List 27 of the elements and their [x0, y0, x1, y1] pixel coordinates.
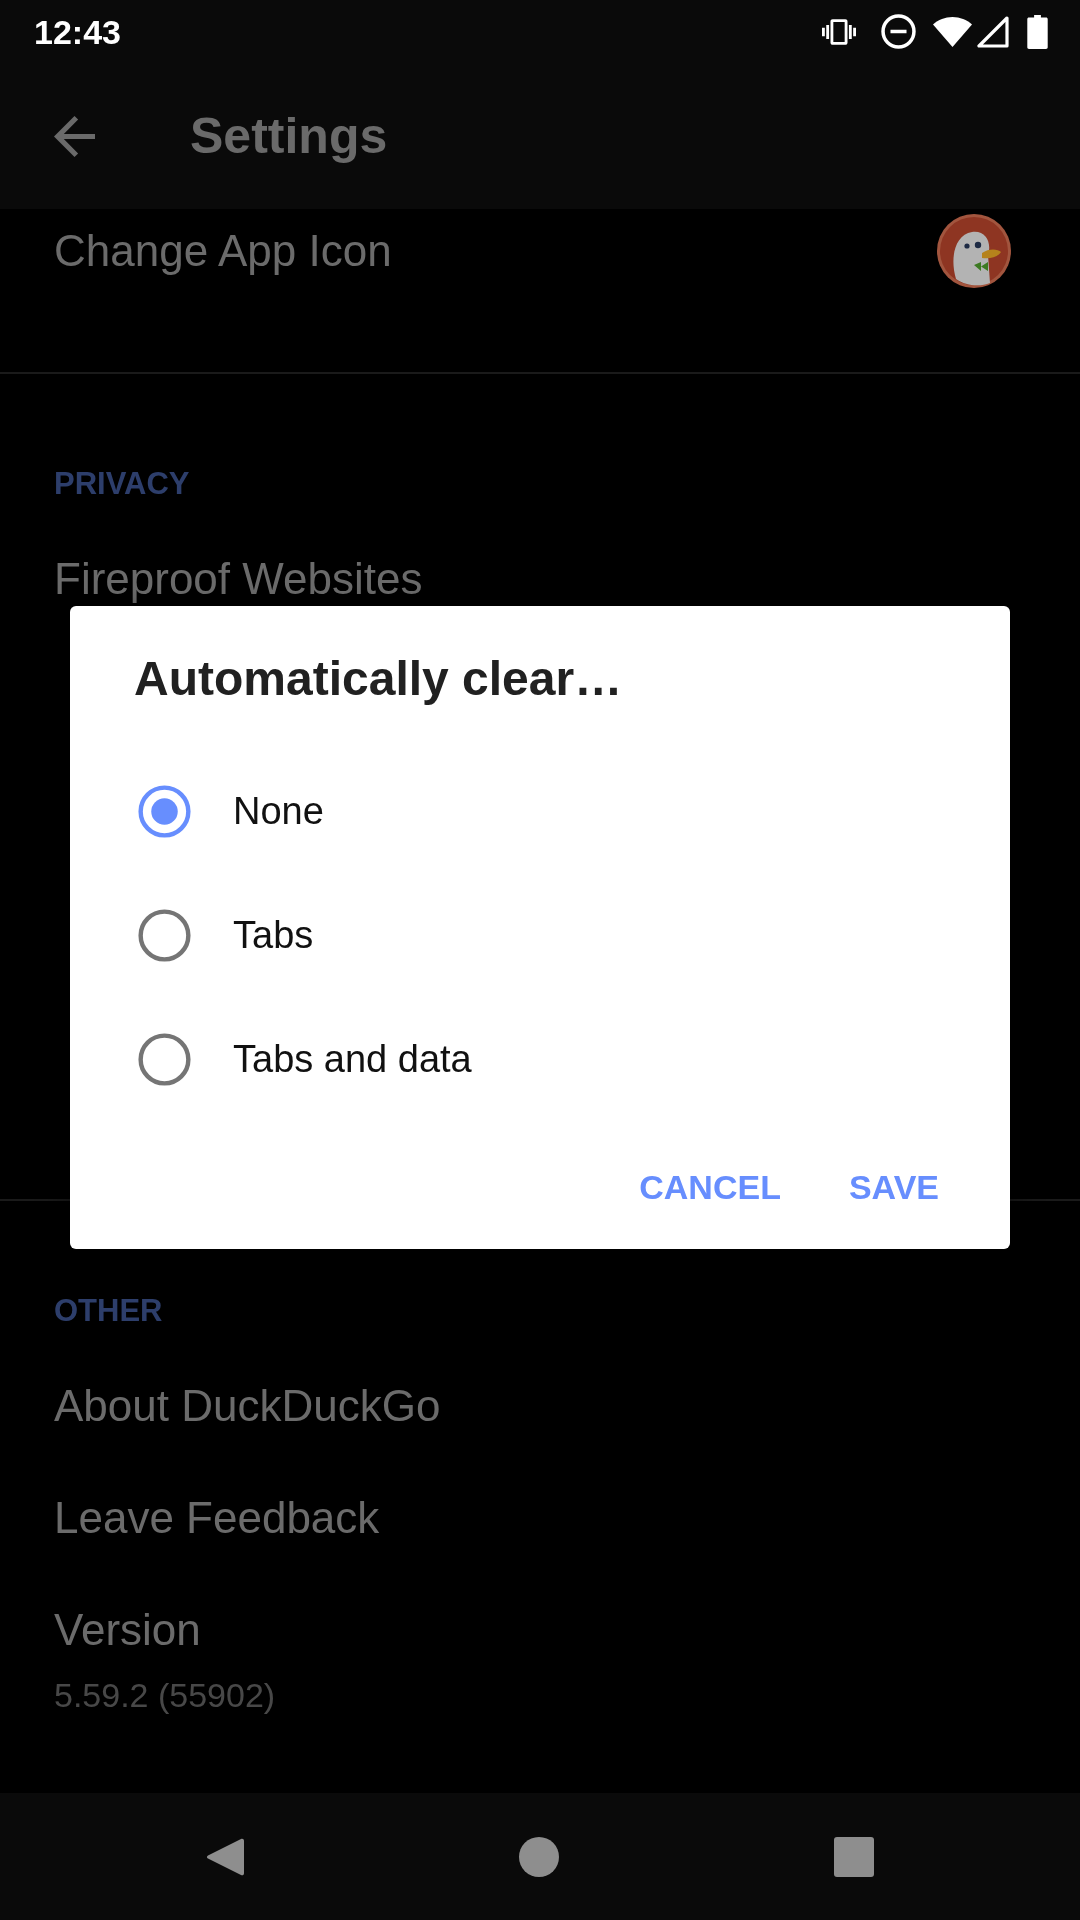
dialog-button[interactable]: CANCEL [623, 1143, 797, 1231]
dialog-title: Automatically clear… [134, 651, 623, 707]
radio-option[interactable]: None [138, 785, 324, 838]
app-bar-title: Settings [190, 107, 388, 166]
setting-title[interactable]: Fireproof Websites [54, 552, 423, 606]
section-header: PRIVACY [54, 466, 190, 501]
recents-icon[interactable] [834, 1836, 874, 1877]
setting-title[interactable]: Change App Icon [54, 224, 392, 278]
radio-icon[interactable] [138, 1033, 191, 1086]
signal-icon [977, 15, 1009, 48]
battery-icon [1027, 14, 1048, 49]
setting-title[interactable]: Version [54, 1603, 201, 1657]
home-icon[interactable] [519, 1836, 559, 1877]
radio-option[interactable]: Tabs and data [138, 1033, 472, 1086]
setting-title[interactable]: Leave Feedback [54, 1491, 380, 1545]
setting-title[interactable]: About DuckDuckGo [54, 1379, 441, 1433]
wifi-icon [933, 16, 972, 47]
setting-value: 5.59.2 (55902) [54, 1675, 276, 1716]
radio-icon[interactable] [138, 785, 191, 838]
dialog-button[interactable]: SAVE [832, 1143, 955, 1231]
back-arrow-icon[interactable] [54, 115, 95, 157]
radio-icon[interactable] [138, 909, 191, 962]
status-time: 12:43 [34, 11, 121, 52]
do-not-disturb-icon [881, 14, 916, 49]
duck-icon [936, 213, 1012, 289]
radio-option[interactable]: Tabs [138, 909, 314, 962]
section-header: OTHER [54, 1293, 163, 1328]
